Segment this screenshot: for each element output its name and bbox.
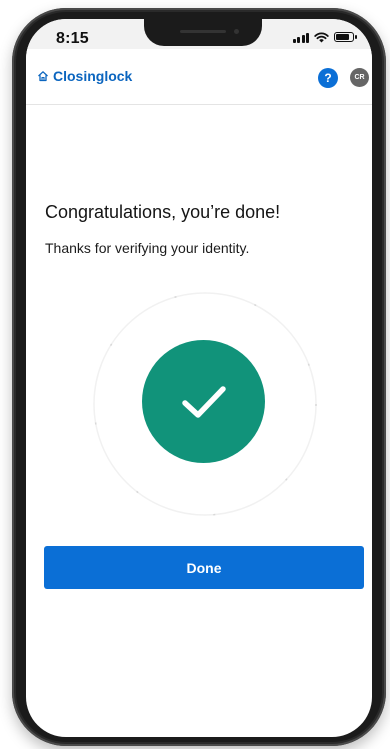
status-icons — [292, 30, 357, 44]
success-badge — [142, 340, 265, 463]
confirmation-message: Thanks for verifying your identity. — [45, 240, 250, 256]
avatar[interactable]: CR — [350, 68, 369, 87]
battery-icon — [334, 32, 357, 42]
status-time: 8:15 — [56, 30, 89, 47]
checkmark-icon — [181, 385, 226, 418]
phone-screen: 8:15 Closinglock ? CR Congratulations, y… — [26, 19, 372, 737]
notch-camera — [234, 29, 239, 34]
brand-logo-link[interactable]: Closinglock — [37, 68, 132, 84]
home-icon — [38, 71, 48, 82]
wifi-icon — [314, 31, 329, 42]
brand-name: Closinglock — [53, 68, 133, 84]
cellular-signal-icon — [292, 32, 309, 43]
status-bar: 8:15 — [26, 19, 372, 49]
app-header: Closinglock ? CR — [26, 49, 372, 105]
done-button[interactable]: Done — [44, 546, 364, 589]
notch-speaker — [180, 30, 226, 33]
help-button[interactable]: ? — [318, 68, 338, 88]
page-title: Congratulations, you’re done! — [45, 202, 281, 222]
notch — [144, 19, 262, 46]
